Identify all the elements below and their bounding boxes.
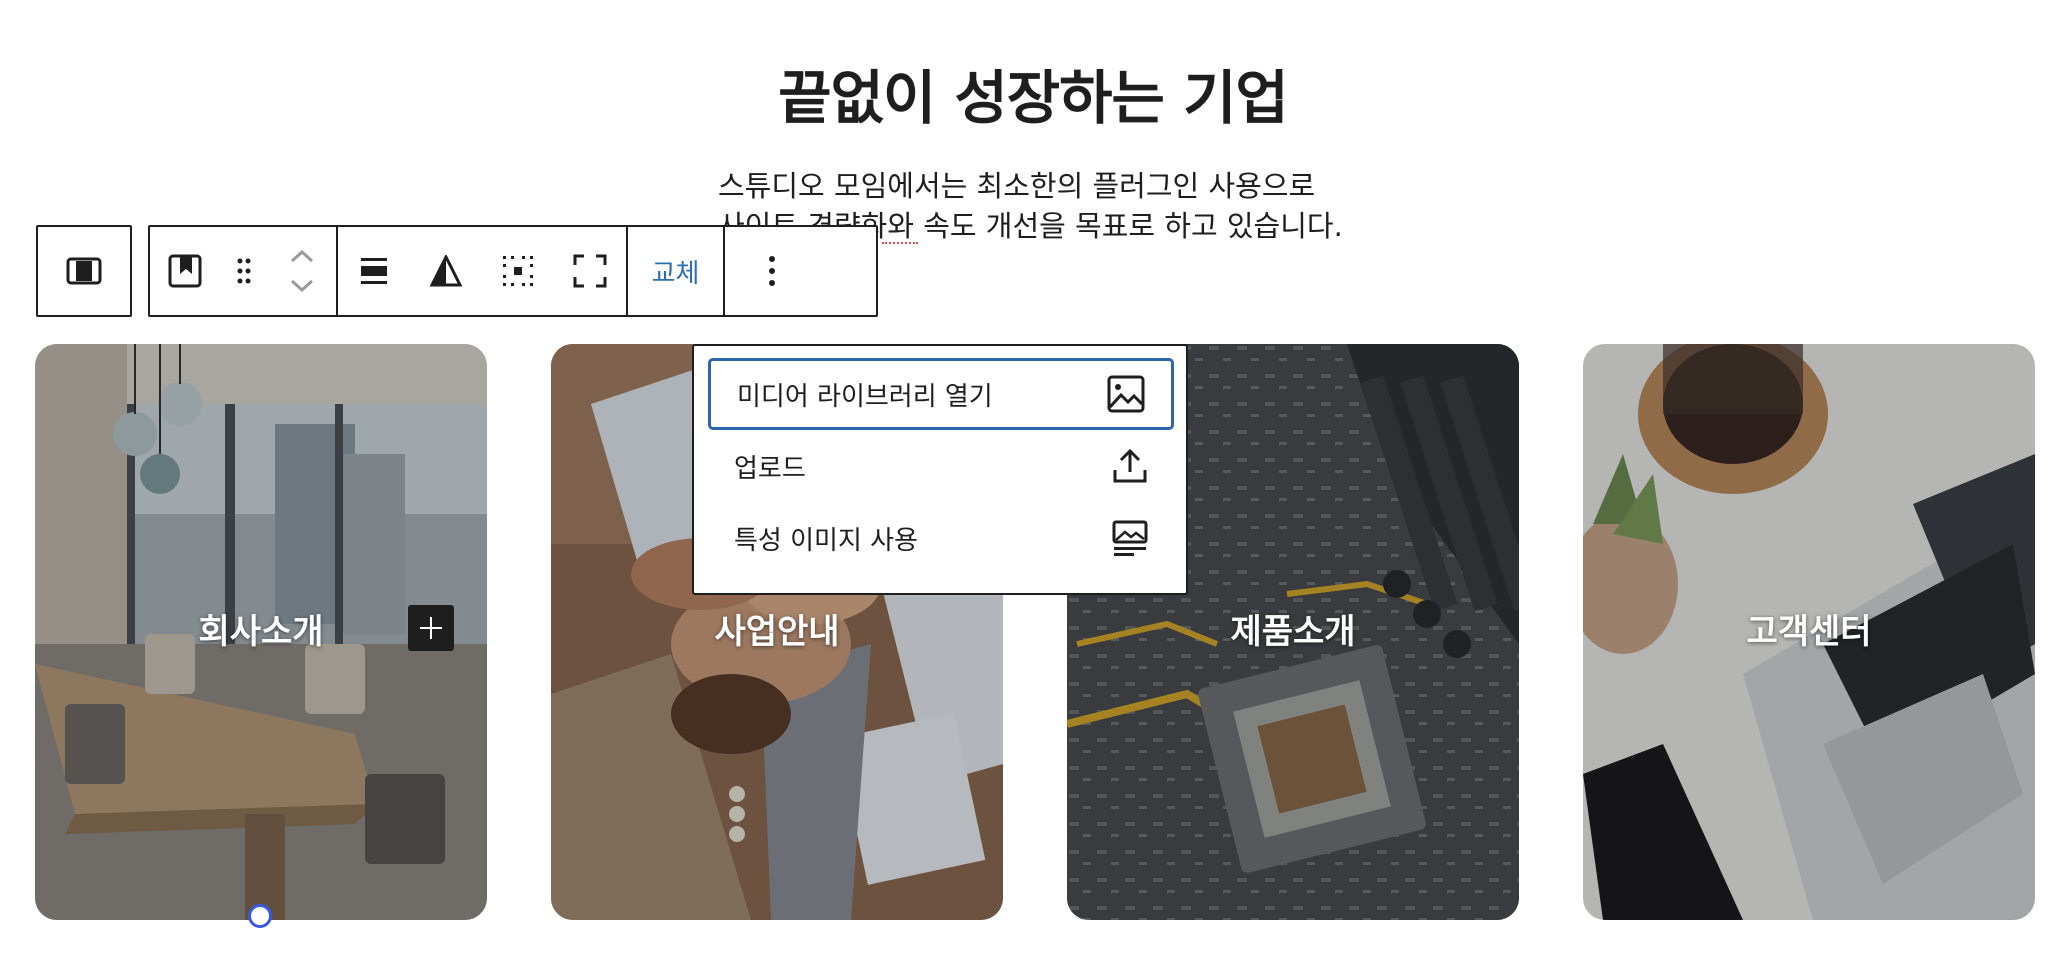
- columns-parent-icon: [66, 257, 102, 285]
- block-toolbar: 교체: [148, 225, 878, 317]
- menu-item-upload[interactable]: 업로드: [708, 430, 1174, 502]
- move-up-down-buttons[interactable]: [268, 227, 336, 315]
- card-label-business: 사업안내: [714, 612, 840, 652]
- plus-icon: [420, 617, 442, 639]
- resize-handle[interactable]: [248, 904, 272, 928]
- full-height-icon: [573, 254, 607, 288]
- menu-item-label: 업로드: [734, 453, 806, 484]
- move-up-down-icon: [290, 249, 314, 293]
- menu-item-featured-image[interactable]: 특성 이미지 사용: [708, 502, 1174, 574]
- more-options-icon: [769, 256, 775, 286]
- add-block-button[interactable]: [408, 605, 454, 651]
- upload-icon: [1113, 448, 1147, 483]
- card-label-products: 제품소개: [1230, 612, 1356, 652]
- replace-button[interactable]: 교체: [628, 227, 723, 315]
- overlay-contrast-icon: [430, 255, 462, 287]
- card-label-support: 고객센터: [1746, 612, 1872, 652]
- image-icon: [1107, 375, 1145, 413]
- menu-item-label: 특성 이미지 사용: [734, 525, 918, 556]
- drag-handle[interactable]: [220, 227, 268, 315]
- parent-selector-group: [36, 225, 132, 317]
- align-button[interactable]: [338, 227, 410, 315]
- content-position-icon: [503, 256, 533, 286]
- page-title: 끝없이 성장하는 기업: [778, 64, 1289, 132]
- drag-handle-icon: [237, 258, 251, 284]
- block-type-button[interactable]: [150, 227, 220, 315]
- content-position-button[interactable]: [482, 227, 554, 315]
- overlay-button[interactable]: [410, 227, 482, 315]
- replace-dropdown: 미디어 라이브러리 열기 업로드 특성 이미지 사용: [692, 344, 1188, 595]
- full-height-button[interactable]: [554, 227, 626, 315]
- spellcheck-underline: [882, 242, 918, 244]
- align-wide-icon: [361, 258, 387, 284]
- cover-block-icon: [168, 254, 202, 288]
- more-options-button[interactable]: [725, 227, 819, 315]
- select-parent-button[interactable]: [38, 227, 130, 315]
- featured-image-icon: [1112, 520, 1148, 556]
- menu-item-label: 미디어 라이브러리 열기: [737, 381, 993, 412]
- menu-item-media-library[interactable]: 미디어 라이브러리 열기: [708, 358, 1174, 430]
- intro-line-1: 스튜디오 모임에서는 최소한의 플러그인 사용으로: [718, 169, 1316, 203]
